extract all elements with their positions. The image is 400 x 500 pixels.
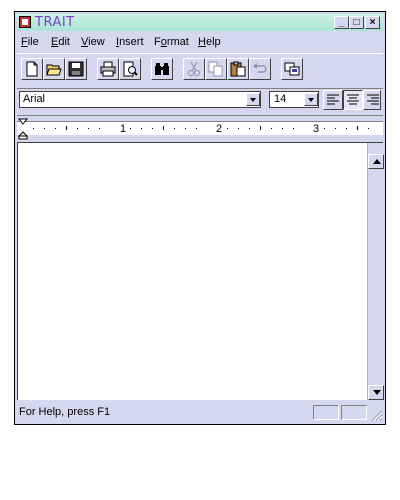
- new-button[interactable]: [21, 58, 43, 80]
- menu-insert[interactable]: Insert: [116, 35, 144, 49]
- status-panel: [313, 405, 339, 420]
- font-dropdown-button[interactable]: [246, 93, 260, 106]
- print-button[interactable]: [97, 58, 119, 80]
- save-disk-icon: [68, 61, 84, 77]
- cut-button[interactable]: [183, 58, 205, 80]
- font-size-value: 14: [274, 93, 287, 105]
- menu-help[interactable]: Help: [198, 35, 221, 49]
- printer-icon: [100, 61, 116, 77]
- status-panel: [341, 405, 367, 420]
- new-document-icon: [26, 61, 38, 77]
- menu-format[interactable]: Format: [154, 35, 189, 49]
- undo-arrow-icon: [253, 63, 267, 73]
- menu-edit-label: dit: [58, 36, 70, 48]
- open-button[interactable]: [43, 58, 65, 80]
- ruler-ticks: [33, 126, 369, 130]
- close-icon: ×: [369, 17, 376, 28]
- undo-button[interactable]: [249, 58, 271, 80]
- status-text: For Help, press F1: [19, 406, 111, 418]
- toolbar: [17, 53, 383, 89]
- minimize-icon: _: [338, 17, 345, 28]
- app-icon[interactable]: [19, 16, 31, 28]
- status-bar: For Help, press F1: [17, 403, 383, 422]
- document-area[interactable]: [17, 142, 384, 400]
- paste-button[interactable]: [227, 58, 249, 80]
- menu-format-prefix: F: [154, 36, 161, 48]
- maximize-button[interactable]: □: [349, 16, 364, 29]
- find-button[interactable]: [151, 58, 173, 80]
- font-size-select[interactable]: 14: [269, 91, 319, 108]
- menu-help-mnemonic: H: [198, 36, 206, 48]
- clipboard-paste-icon: [230, 61, 246, 77]
- open-folder-icon: [46, 64, 62, 76]
- ruler-number: 3: [313, 123, 320, 135]
- menu-insert-label: nsert: [119, 36, 144, 48]
- align-right-button[interactable]: [363, 90, 381, 110]
- align-center-icon: [347, 94, 359, 105]
- menu-view[interactable]: View: [81, 35, 105, 49]
- menu-help-label: elp: [205, 36, 221, 48]
- insert-object-button[interactable]: [281, 58, 303, 80]
- font-name-select[interactable]: Arial: [19, 91, 261, 108]
- menu-view-label: iew: [88, 36, 105, 48]
- align-left-icon: [327, 94, 339, 105]
- size-dropdown-button[interactable]: [304, 93, 318, 106]
- menu-file-mnemonic: F: [21, 36, 28, 48]
- font-name-value: Arial: [23, 93, 46, 105]
- save-button[interactable]: [65, 58, 87, 80]
- copy-button[interactable]: [205, 58, 227, 80]
- indent-marker-icon[interactable]: [18, 118, 30, 140]
- align-center-button[interactable]: [343, 90, 363, 110]
- ruler[interactable]: 1 2 3: [17, 115, 383, 142]
- minimize-button[interactable]: _: [334, 16, 349, 29]
- close-button[interactable]: ×: [365, 16, 380, 29]
- vertical-scrollbar[interactable]: [367, 143, 384, 400]
- menu-bar: File Edit View Insert Format Help: [17, 33, 383, 51]
- ruler-number: 1: [120, 123, 127, 135]
- insert-object-icon: [284, 62, 300, 76]
- align-left-button[interactable]: [323, 90, 343, 110]
- format-bar: Arial 14: [17, 89, 383, 111]
- title-bar[interactable]: TRAIT _ □ ×: [17, 14, 383, 31]
- resize-grip-icon[interactable]: [369, 408, 383, 422]
- binoculars-icon: [155, 63, 169, 75]
- menu-file[interactable]: File: [21, 35, 39, 49]
- scroll-up-button[interactable]: [368, 154, 384, 169]
- copy-icon: [208, 61, 223, 77]
- ruler-track: 1 2 3: [17, 121, 383, 135]
- scroll-down-button[interactable]: [368, 385, 384, 400]
- menu-file-label: ile: [27, 36, 39, 48]
- print-preview-button[interactable]: [119, 58, 141, 80]
- menu-format-label: rmat: [166, 36, 189, 48]
- app-window: TRAIT _ □ × File Edit View Insert Format…: [14, 11, 386, 425]
- scissors-icon: [188, 61, 200, 76]
- align-right-icon: [367, 94, 379, 105]
- menu-edit[interactable]: Edit: [51, 35, 70, 49]
- maximize-icon: □: [353, 17, 360, 28]
- window-title: TRAIT: [35, 15, 75, 30]
- print-preview-icon: [123, 61, 138, 77]
- ruler-number: 2: [216, 123, 223, 135]
